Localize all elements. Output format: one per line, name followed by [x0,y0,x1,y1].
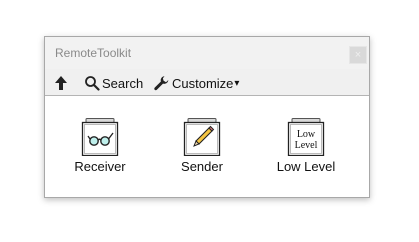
close-icon: × [354,49,362,61]
arrow-up-icon [55,76,67,90]
window-title: RemoteToolkit [55,46,132,60]
sender-tool-icon-frame [183,118,221,157]
customize-menu-button[interactable]: Customize ▾ [153,74,239,92]
close-button[interactable]: × [349,46,367,64]
glasses-icon [81,118,119,157]
low-level-label: Low Level [276,159,336,174]
remote-toolkit-window: RemoteToolkit × Search Customize ▾ Recei… [44,36,370,198]
wrench-icon [154,76,169,91]
receiver-label: Receiver [74,159,126,174]
sender-tool[interactable]: Sender [162,118,242,174]
up-button[interactable] [54,74,68,92]
chevron-down-icon: ▾ [234,77,240,89]
receiver-tool-icon-frame [81,118,119,157]
low-level-icon-text-line1: Low [296,129,316,140]
receiver-tool[interactable]: Receiver [60,118,140,174]
sender-label: Sender [181,159,223,174]
pencil-icon [183,118,221,157]
low-level-tool-icon-frame: Low Level [287,118,325,156]
search-button[interactable]: Search [84,74,143,92]
tool-panel: Receiver Sender Low Level Low Level [45,96,369,197]
title-bar[interactable]: RemoteToolkit × [45,37,369,69]
low-level-icon-text-line2: Level [294,140,318,151]
toolbar: Search Customize ▾ [45,70,369,96]
search-label: Search [102,75,144,91]
low-level-tool[interactable]: Low Level Low Level [266,118,346,174]
search-icon [85,76,100,91]
low-level-icon-text: Low Level [291,129,321,151]
customize-label: Customize [172,75,234,91]
